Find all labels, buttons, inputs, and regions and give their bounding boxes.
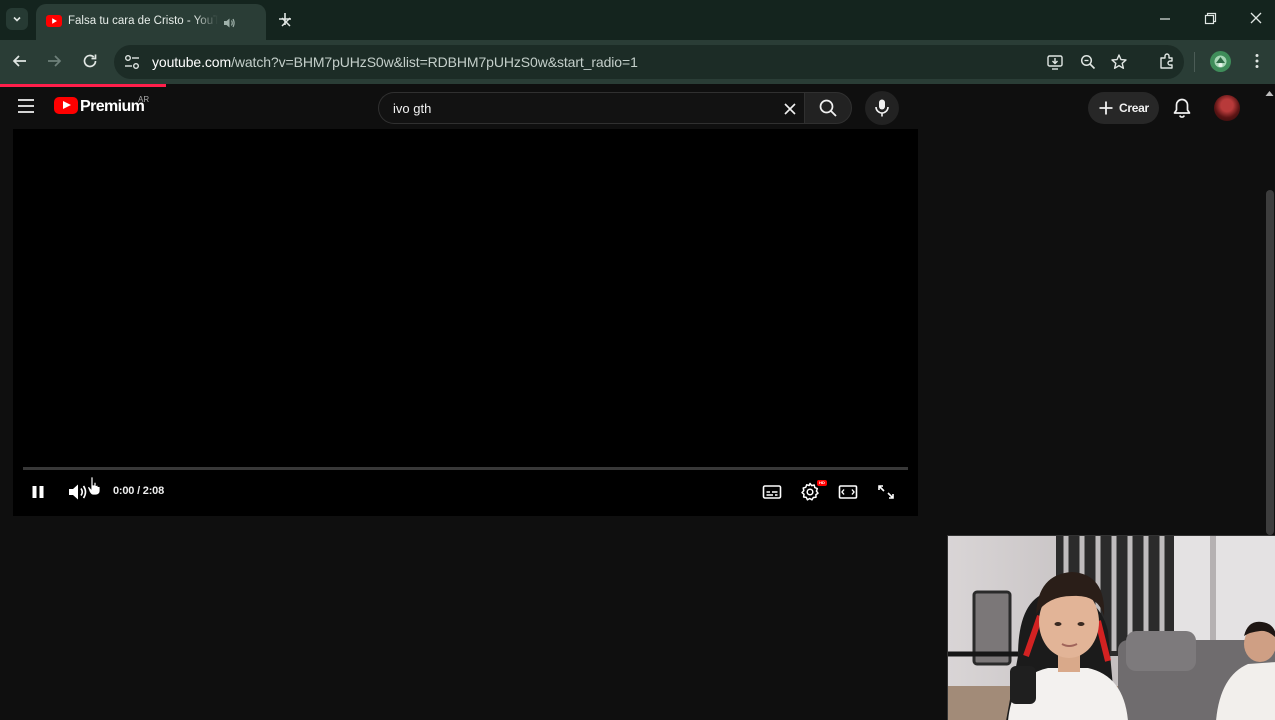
speaker-icon[interactable] (222, 16, 236, 30)
clear-search-icon[interactable] (783, 102, 797, 116)
webcam-overlay (947, 535, 1275, 720)
star-icon[interactable] (1110, 53, 1128, 71)
theater-icon[interactable] (838, 484, 858, 500)
restore-icon[interactable] (1203, 10, 1217, 30)
site-info-icon[interactable] (122, 52, 142, 72)
search-input[interactable] (393, 101, 773, 116)
browser-toolbar: youtube.com/watch?v=BHM7pUHzS0w&list=RDB… (0, 40, 1275, 84)
url-host: youtube.com (152, 54, 232, 70)
create-button[interactable]: Crear (1088, 92, 1159, 124)
profile-avatar-art (1214, 55, 1227, 68)
more-icon[interactable] (1248, 52, 1266, 70)
search-button[interactable] (804, 92, 852, 124)
hd-badge: HD (817, 480, 827, 486)
zoom-icon[interactable] (1079, 53, 1097, 71)
bell-icon[interactable] (1172, 97, 1192, 119)
progress-bar[interactable] (23, 467, 908, 470)
avatar[interactable] (1214, 95, 1240, 121)
browser-tab-active[interactable]: Falsa tu cara de Cristo - YouTube (36, 4, 291, 40)
page-scrollbar-thumb[interactable] (1266, 190, 1274, 535)
back-icon[interactable] (11, 52, 29, 70)
minimize-icon[interactable] (1158, 10, 1172, 30)
scroll-up-arrow-icon[interactable] (1264, 88, 1275, 98)
time-display: 0:00 / 2:08 (113, 485, 165, 497)
menu-icon[interactable] (17, 98, 35, 114)
address-bar[interactable]: youtube.com/watch?v=BHM7pUHzS0w&list=RDB… (114, 45, 1184, 79)
url-text: youtube.com/watch?v=BHM7pUHzS0w&list=RDB… (152, 54, 638, 70)
new-tab-plus-icon[interactable] (276, 10, 294, 28)
youtube-logo-icon[interactable] (54, 97, 78, 114)
chevron-down-icon (13, 16, 21, 22)
webcam-image (948, 536, 1275, 720)
logo-text[interactable]: Premium (80, 98, 145, 116)
search-box (378, 92, 804, 124)
toolbar-divider (1194, 52, 1195, 72)
hand-cursor-icon (87, 476, 101, 496)
forward-icon[interactable] (45, 52, 63, 70)
youtube-header: Premium AR Crear (0, 87, 1275, 129)
video-player[interactable]: 0:00 / 2:08 HD (13, 129, 918, 516)
install-icon[interactable] (1046, 53, 1064, 71)
window-close-icon[interactable] (1249, 10, 1263, 30)
search-icon (819, 99, 837, 117)
region-code: AR (138, 95, 150, 104)
tab-list-button[interactable] (6, 8, 28, 30)
profile-icon[interactable] (1210, 51, 1231, 72)
fullscreen-icon[interactable] (877, 484, 895, 500)
youtube-favicon (46, 15, 62, 27)
pause-icon[interactable] (30, 484, 46, 500)
browser-tab-strip: Falsa tu cara de Cristo - YouTube (0, 0, 1275, 40)
mic-icon (875, 99, 889, 117)
url-path: /watch?v=BHM7pUHzS0w&list=RDBHM7pUHzS0w&… (231, 54, 638, 70)
voice-search-button[interactable] (865, 91, 899, 125)
subtitles-icon[interactable] (762, 484, 782, 500)
create-label: Crear (1119, 101, 1149, 115)
plus-icon (1099, 101, 1113, 115)
extensions-icon[interactable] (1158, 52, 1176, 70)
tab-title: Falsa tu cara de Cristo - YouTube (68, 15, 218, 31)
reload-icon[interactable] (81, 52, 99, 70)
